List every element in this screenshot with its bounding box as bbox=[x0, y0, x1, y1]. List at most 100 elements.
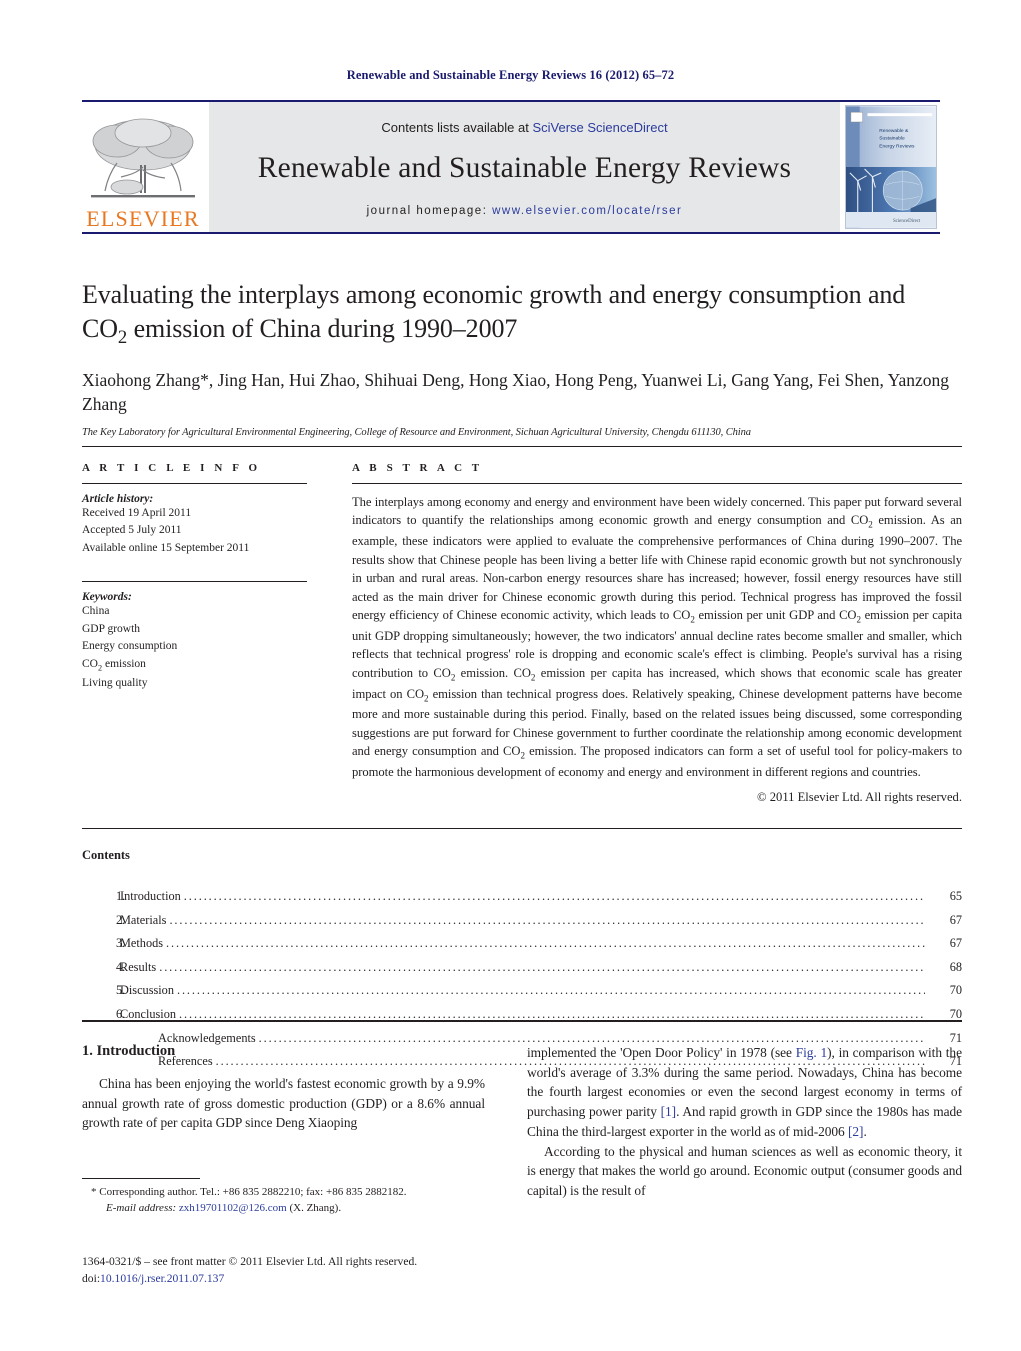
keywords-label: Keywords: bbox=[82, 591, 132, 604]
toc-label[interactable]: Conclusion bbox=[120, 1003, 176, 1027]
toc-number: 1. bbox=[116, 889, 126, 903]
body-column-right: implemented the 'Open Door Policy' in 19… bbox=[527, 1043, 962, 1201]
toc-page-number: 70 bbox=[949, 983, 962, 998]
toc-dot-leader: ........................................… bbox=[169, 912, 925, 927]
homepage-url-link[interactable]: www.elsevier.com/locate/rser bbox=[492, 205, 682, 217]
reference-link-1[interactable]: [1] bbox=[661, 1104, 677, 1119]
toc-label[interactable]: Materials bbox=[120, 909, 166, 933]
abstract-heading: A B S T R A C T bbox=[352, 462, 483, 474]
article-history-label: Article history: bbox=[82, 493, 154, 505]
toc-page-number: 65 bbox=[949, 889, 962, 903]
body-text-fragment: . bbox=[863, 1123, 867, 1139]
article-info-column: A R T I C L E I N F O Article history: R… bbox=[82, 462, 307, 692]
article-history-received: Received 19 April 2011 bbox=[82, 507, 192, 519]
affiliation: The Key Laboratory for Agricultural Envi… bbox=[82, 427, 751, 439]
title-line-2-prefix: CO bbox=[82, 314, 118, 344]
doi-value[interactable]: 10.1016/j.rser.2011.07.137 bbox=[100, 1272, 224, 1285]
toc-number: 6. bbox=[116, 1007, 126, 1022]
title-block: Evaluating the interplays among economic… bbox=[82, 278, 962, 438]
email-suffix: (X. Zhang). bbox=[289, 1201, 342, 1214]
toc-label[interactable]: Results bbox=[120, 956, 156, 980]
toc-row[interactable]: 6. Conclusion............................… bbox=[82, 1003, 962, 1027]
toc-page-number: 67 bbox=[949, 912, 962, 927]
body-column-left: 1. Introduction China has been enjoying … bbox=[82, 1043, 485, 1133]
corresponding-author-note: * Corresponding author. Tel.: +86 835 28… bbox=[91, 1186, 407, 1198]
email-label: E-mail address: bbox=[106, 1201, 177, 1214]
toc-dot-leader: ........................................… bbox=[179, 1007, 925, 1022]
toc-label[interactable]: Introduction bbox=[120, 885, 181, 909]
body-paragraph: implemented the 'Open Door Policy' in 19… bbox=[527, 1043, 962, 1142]
figure-1-link[interactable]: Fig. 1 bbox=[796, 1045, 827, 1060]
author-list: Xiaohong Zhang*, Jing Han, Hui Zhao, Shi… bbox=[82, 370, 949, 415]
body-paragraph: China has been enjoying the world's fast… bbox=[82, 1076, 485, 1131]
reference-link-2[interactable]: [2] bbox=[848, 1124, 864, 1139]
toc-dot-leader: ........................................… bbox=[159, 959, 925, 974]
footnote-divider bbox=[82, 1178, 200, 1179]
elsevier-tree-icon bbox=[91, 118, 195, 198]
article-history-accepted: Accepted 5 July 2011 bbox=[82, 524, 182, 537]
contents-available-prefix: Contents lists available at bbox=[381, 119, 533, 135]
toc-dot-leader: ........................................… bbox=[166, 936, 925, 951]
title-subscript: 2 bbox=[117, 327, 128, 349]
keyword-item: Living quality bbox=[82, 676, 148, 689]
toc-row[interactable]: 3. Methods...............................… bbox=[82, 932, 962, 956]
page-title: Evaluating the interplays among economic… bbox=[82, 278, 962, 351]
cover-footer-text: ScienceDirect bbox=[892, 219, 920, 224]
contents-heading: Contents bbox=[82, 848, 130, 862]
toc-number: 2. bbox=[116, 912, 126, 927]
keyword-item: CO2 emission bbox=[82, 657, 146, 673]
contents-available-line: Contents lists available at SciVerse Sci… bbox=[381, 120, 667, 135]
front-matter-line: 1364-0321/$ – see front matter © 2011 El… bbox=[82, 1255, 418, 1268]
toc-row[interactable]: 2. Materials.............................… bbox=[82, 909, 962, 933]
contents-section: Contents 1. Introduction.................… bbox=[82, 848, 962, 1074]
footnote-block: * Corresponding author. Tel.: +86 835 28… bbox=[82, 1185, 502, 1217]
elsevier-wordmark: ELSEVIER bbox=[86, 206, 200, 231]
keyword-item: China bbox=[82, 605, 110, 618]
sciencedirect-link[interactable]: SciVerse ScienceDirect bbox=[532, 120, 667, 135]
toc-page-number: 70 bbox=[949, 1007, 962, 1022]
toc-dot-leader: ........................................… bbox=[176, 983, 925, 998]
divider-below-contents bbox=[82, 1020, 962, 1022]
toc-number: 5. bbox=[116, 983, 126, 998]
journal-band: Contents lists available at SciVerse Sci… bbox=[208, 102, 840, 232]
article-info-heading: A R T I C L E I N F O bbox=[82, 462, 261, 474]
body-paragraph: According to the physical and human scie… bbox=[527, 1143, 962, 1198]
elsevier-logo: ELSEVIER bbox=[82, 102, 208, 232]
homepage-prefix: journal homepage: bbox=[366, 204, 488, 217]
svg-text:Sustainable: Sustainable bbox=[879, 136, 905, 142]
abstract-column: A B S T R A C T The interplays among eco… bbox=[352, 462, 962, 805]
title-line-2-suffix: emission of China during 1990–2007 bbox=[127, 314, 518, 344]
title-line-1: Evaluating the interplays among economic… bbox=[82, 280, 906, 309]
copyright-line: © 2011 Elsevier Ltd. All rights reserved… bbox=[757, 790, 962, 805]
toc-number: 3. bbox=[116, 936, 126, 951]
running-head: Renewable and Sustainable Energy Reviews… bbox=[346, 68, 675, 82]
toc-page-number: 68 bbox=[949, 959, 962, 974]
journal-title: Renewable and Sustainable Energy Reviews bbox=[257, 151, 792, 184]
journal-masthead: ELSEVIER Contents lists available at Sci… bbox=[82, 100, 940, 234]
email-link[interactable]: zxh19701102@126.com bbox=[179, 1202, 287, 1214]
doi-label: doi: bbox=[82, 1272, 101, 1286]
keyword-item: GDP growth bbox=[82, 622, 141, 635]
journal-homepage-line: journal homepage: www.elsevier.com/locat… bbox=[367, 205, 683, 217]
article-info-divider-2 bbox=[82, 581, 307, 583]
journal-cover-image: Renewable & Sustainable Energy Reviews S… bbox=[844, 105, 937, 229]
toc-label[interactable]: Methods bbox=[120, 932, 163, 956]
article-info-spacer bbox=[82, 557, 307, 572]
doi-line: doi:10.1016/j.rser.2011.07.137 bbox=[82, 1270, 542, 1287]
article-history-available: Available online 15 September 2011 bbox=[82, 541, 250, 554]
front-matter-block: 1364-0321/$ – see front matter © 2011 El… bbox=[82, 1253, 542, 1288]
toc-row[interactable]: 5. Discussion............................… bbox=[82, 979, 962, 1003]
toc-row[interactable]: 1. Introduction..........................… bbox=[82, 885, 962, 909]
section-heading-introduction: 1. Introduction bbox=[82, 1043, 176, 1059]
svg-text:Energy Reviews: Energy Reviews bbox=[879, 143, 915, 149]
toc-row[interactable]: 4. Results...............................… bbox=[82, 956, 962, 980]
journal-cover-thumbnail: Renewable & Sustainable Energy Reviews S… bbox=[840, 102, 940, 232]
keyword-item: Energy consumption bbox=[82, 640, 178, 653]
body-text-fragment: implemented the 'Open Door Policy' in 19… bbox=[527, 1045, 796, 1060]
toc-label[interactable]: Discussion bbox=[120, 979, 174, 1003]
email-note: E-mail address: zxh19701102@126.com (X. … bbox=[82, 1201, 502, 1217]
paper-page: Renewable and Sustainable Energy Reviews… bbox=[0, 0, 1021, 1351]
toc-page-number: 67 bbox=[949, 936, 962, 951]
divider-above-abstract bbox=[82, 446, 962, 447]
svg-text:Renewable &: Renewable & bbox=[879, 128, 909, 134]
